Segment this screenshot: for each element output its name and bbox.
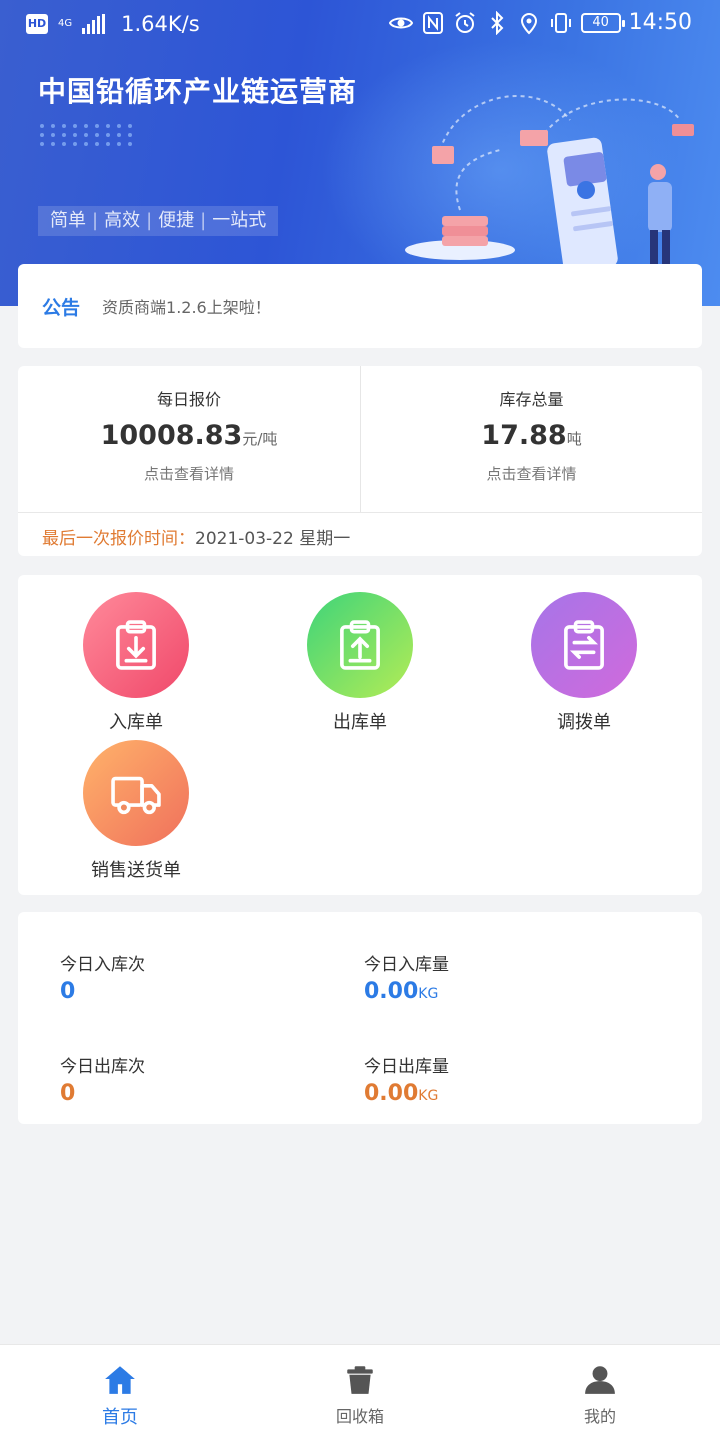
daily-price-number: 10008.83 bbox=[100, 420, 243, 451]
slogan-separator: | bbox=[200, 210, 207, 231]
user-icon bbox=[585, 1366, 615, 1394]
hd-icon: HD bbox=[26, 14, 48, 34]
stats-card: 每日报价 10008.83元/吨 点击查看详情 库存总量 17.88吨 点击查看… bbox=[18, 366, 702, 556]
slogan-item: 简单 bbox=[50, 210, 86, 231]
today-outbound-count-value: 0 bbox=[60, 1081, 76, 1106]
daily-price-unit: 元/吨 bbox=[242, 430, 278, 448]
status-left: HD 4G 1.64K/s bbox=[26, 12, 200, 36]
daily-price-label: 每日报价 bbox=[156, 390, 221, 409]
last-quote-time: 最后一次报价时间：2021-03-22 星期一 bbox=[42, 524, 350, 549]
quick-actions-card: 入库单 出库单 调拨单 销售送货单 bbox=[18, 575, 702, 895]
bottom-tab-bar: 首页 回收箱 我的 bbox=[0, 1344, 720, 1440]
clipboard-upload-icon bbox=[340, 620, 380, 670]
inventory-label: 库存总量 bbox=[499, 390, 564, 409]
today-outbound-weight-number: 0.00 bbox=[364, 1081, 419, 1106]
clipboard-transfer-icon bbox=[564, 620, 604, 670]
action-label: 销售送货单 bbox=[91, 860, 181, 881]
decorative-dots bbox=[40, 124, 134, 146]
action-label: 出库单 bbox=[333, 712, 387, 733]
notice-tag: 公告 bbox=[42, 296, 81, 319]
today-inbound-weight-label: 今日入库量 bbox=[364, 955, 449, 975]
action-outbound-order[interactable]: 出库单 bbox=[280, 592, 440, 734]
action-label: 调拨单 bbox=[557, 712, 611, 733]
last-quote-label: 最后一次报价时间： bbox=[42, 529, 195, 549]
inventory-value: 17.88吨 bbox=[361, 420, 702, 451]
last-quote-value: 2021-03-22 星期一 bbox=[195, 529, 351, 549]
today-outbound-weight-label: 今日出库量 bbox=[364, 1057, 449, 1077]
action-inbound-order[interactable]: 入库单 bbox=[56, 592, 216, 734]
action-icon-circle bbox=[83, 592, 189, 698]
action-icon-circle bbox=[307, 592, 413, 698]
action-sales-delivery-order[interactable]: 销售送货单 bbox=[56, 740, 216, 882]
daily-price-panel[interactable]: 每日报价 10008.83元/吨 点击查看详情 bbox=[18, 366, 360, 512]
clipboard-download-icon bbox=[116, 620, 156, 670]
truck-icon bbox=[111, 776, 161, 815]
today-inbound-count-value: 0 bbox=[60, 979, 76, 1004]
today-inbound-weight-number: 0.00 bbox=[364, 979, 419, 1004]
trash-bin-icon bbox=[347, 1366, 373, 1394]
battery-icon: 40 bbox=[580, 12, 625, 33]
slogan-item: 高效 bbox=[104, 210, 141, 231]
inventory-panel[interactable]: 库存总量 17.88吨 点击查看详情 bbox=[360, 366, 702, 512]
location-icon bbox=[520, 12, 537, 34]
inventory-detail-link[interactable]: 点击查看详情 bbox=[361, 463, 702, 484]
signal-icon bbox=[82, 14, 106, 34]
slogan-separator: | bbox=[92, 210, 99, 231]
action-icon-circle bbox=[83, 740, 189, 846]
slogan-separator: | bbox=[146, 210, 153, 231]
tab-profile[interactable]: 我的 bbox=[480, 1345, 720, 1440]
tab-recycle-bin[interactable]: 回收箱 bbox=[240, 1345, 480, 1440]
today-inbound-count-label: 今日入库次 bbox=[60, 955, 145, 975]
daily-price-value: 10008.83元/吨 bbox=[18, 420, 360, 451]
slogan-item: 便捷 bbox=[158, 210, 195, 231]
action-transfer-order[interactable]: 调拨单 bbox=[504, 592, 664, 734]
notice-text[interactable]: 资质商端1.2.6上架啦！ bbox=[102, 294, 271, 318]
inventory-unit: 吨 bbox=[566, 430, 582, 448]
eye-icon bbox=[388, 17, 413, 28]
action-label: 入库单 bbox=[109, 712, 163, 733]
today-outbound-weight-unit: KG bbox=[418, 1088, 439, 1104]
inventory-number: 17.88 bbox=[481, 420, 567, 451]
tab-label: 我的 bbox=[583, 1407, 616, 1426]
tab-home[interactable]: 首页 bbox=[0, 1345, 240, 1440]
today-inbound-weight-value: 0.00KG bbox=[364, 979, 449, 1004]
banner-slogan: 简单 | 高效 | 便捷 | 一站式 bbox=[38, 206, 279, 236]
today-inbound-weight-unit: KG bbox=[418, 986, 439, 1002]
nfc-icon bbox=[422, 11, 443, 34]
banner-title: 中国铅循环产业链运营商 bbox=[38, 75, 358, 108]
notice-card[interactable]: 公告 资质商端1.2.6上架啦！ bbox=[18, 264, 702, 348]
today-outbound-weight-value: 0.00KG bbox=[364, 1081, 449, 1106]
network-speed: 1.64K/s bbox=[121, 12, 200, 36]
today-inbound-count: 今日入库次 0 bbox=[60, 950, 145, 1004]
home-icon bbox=[105, 1366, 135, 1394]
header-banner: HD 4G 1.64K/s 40 14:50 中国铅循环产业链运营商 简单 | … bbox=[0, 0, 720, 306]
today-outbound-count-label: 今日出库次 bbox=[60, 1057, 145, 1077]
action-icon-circle bbox=[531, 592, 637, 698]
slogan-item: 一站式 bbox=[212, 210, 267, 231]
today-outbound-count: 今日出库次 0 bbox=[60, 1052, 145, 1106]
divider bbox=[18, 512, 702, 513]
tab-label: 首页 bbox=[102, 1407, 138, 1428]
today-outbound-weight: 今日出库量 0.00KG bbox=[364, 1052, 449, 1106]
today-stats-card: 今日入库次 0 今日入库量 0.00KG 今日出库次 0 今日出库量 0.00K… bbox=[18, 912, 702, 1124]
tab-label: 回收箱 bbox=[335, 1407, 384, 1426]
banner-illustration bbox=[405, 95, 694, 273]
alarm-icon bbox=[454, 11, 475, 33]
clock: 14:50 bbox=[628, 10, 692, 35]
vibrate-icon bbox=[550, 12, 571, 33]
daily-price-detail-link[interactable]: 点击查看详情 bbox=[18, 463, 360, 484]
today-inbound-weight: 今日入库量 0.00KG bbox=[364, 950, 449, 1004]
bluetooth-icon bbox=[490, 10, 504, 35]
status-bar: HD 4G 1.64K/s 40 14:50 bbox=[0, 0, 720, 50]
status-right: 40 14:50 bbox=[388, 10, 692, 35]
network-type: 4G bbox=[58, 18, 73, 29]
